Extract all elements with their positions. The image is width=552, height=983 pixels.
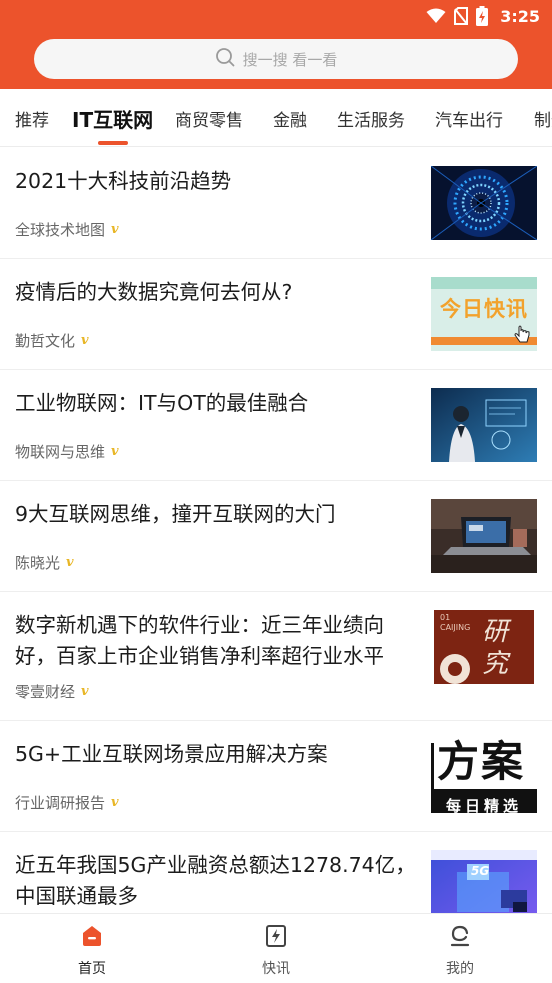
wifi-icon [426,8,446,24]
profile-icon [448,924,472,952]
nav-flash-news[interactable]: 快讯 [184,914,368,983]
tab-recommend[interactable]: 推荐 [15,89,49,146]
thumb-caption: 研究 [482,617,509,679]
tab-active-indicator [97,141,128,145]
source-name: 全球技术地图 [15,221,106,239]
article-source: 陈晓光 v [15,552,74,573]
tab-label: 金融 [273,110,307,131]
tab-label: 制造 [534,110,552,131]
no-sim-icon [454,7,469,25]
article-title: 疫情后的大数据究竟何去何从? [15,280,293,304]
article-thumbnail: 5G [431,850,537,913]
verified-badge: v [111,795,119,810]
article-item[interactable]: 9大互联网思维，撞开互联网的大门 陈晓光 v [0,481,552,592]
article-item[interactable]: 数字新机遇下的软件行业：近三年业绩向好，百家上市企业销售净利率超行业水平 零壹财… [0,592,552,721]
article-title: 工业物联网：IT与OT的最佳融合 [15,391,309,415]
thumb-decoration [448,662,462,676]
nav-home[interactable]: 首页 [0,914,184,983]
article-item[interactable]: 疫情后的大数据究竟何去何从? 勤哲文化 v 今日快讯 [0,259,552,370]
category-tabs: 推荐 IT互联网 商贸零售 金融 生活服务 汽车出行 制造 [0,89,552,147]
article-thumbnail: 01 CAIJING 研究 [434,610,534,684]
article-title: 2021十大科技前沿趋势 [15,169,232,193]
thumb-band [431,277,537,289]
nav-label: 首页 [78,961,106,977]
hand-cursor-icon [513,325,531,349]
search-icon [215,47,235,71]
article-feed: 2021十大科技前沿趋势 全球技术地图 v 疫情后的大数据究竟何去何从? 勤哲文… [0,148,552,913]
verified-badge: v [111,444,119,459]
header: 3:25 搜一搜 看一看 [0,0,552,89]
thumb-caption-sub: 每日精选 [431,789,537,813]
status-time: 3:25 [500,6,540,26]
thumb-caption: 方案 [437,739,526,786]
article-source: 物联网与思维 v [15,441,119,462]
article-title: 数字新机遇下的软件行业：近三年业绩向好，百家上市企业销售净利率超行业水平 [15,613,384,668]
app-screen: 3:25 搜一搜 看一看 推荐 IT互联网 商贸零售 金融 生活服务 汽车出行 … [0,0,552,983]
article-thumbnail [431,499,537,573]
tab-label: 汽车出行 [435,110,503,131]
verified-badge: v [111,222,119,237]
verified-badge: v [66,555,74,570]
article-thumbnail: 今日快讯 [431,277,537,351]
tab-auto-travel[interactable]: 汽车出行 [435,89,503,146]
nav-label: 快讯 [262,961,290,977]
verified-badge: v [81,684,89,699]
nav-label: 我的 [446,961,474,977]
verified-badge: v [81,333,89,348]
search-bar[interactable]: 搜一搜 看一看 [34,39,518,79]
article-item[interactable]: 5G+工业互联网场景应用解决方案 行业调研报告 v 方案 每日精选 [0,721,552,832]
tab-life-services[interactable]: 生活服务 [337,89,405,146]
article-source: 零壹财经 v [15,681,89,702]
bottom-navigation: 首页 快讯 我的 [0,913,552,983]
thumb-caption: 5G [471,864,490,878]
article-thumbnail [431,166,537,240]
tab-commerce-retail[interactable]: 商贸零售 [175,89,243,146]
tab-finance[interactable]: 金融 [273,89,307,146]
article-title: 5G+工业互联网场景应用解决方案 [15,742,328,766]
tab-it-internet[interactable]: IT互联网 [72,89,154,146]
source-name: 勤哲文化 [15,332,76,350]
article-item[interactable]: 近五年我国5G产业融资总额达1278.74亿，中国联通最多 5G [0,832,552,913]
tab-label: 生活服务 [337,110,405,131]
source-name: 物联网与思维 [15,443,106,461]
search-placeholder: 搜一搜 看一看 [242,50,338,69]
nav-profile[interactable]: 我的 [368,914,552,983]
flash-news-icon [264,924,288,952]
thumb-caption-small: 01 CAIJING [440,613,471,632]
home-icon [80,924,104,952]
tab-label: 推荐 [15,110,49,131]
article-item[interactable]: 2021十大科技前沿趋势 全球技术地图 v [0,148,552,259]
article-thumbnail: 方案 每日精选 [431,739,537,813]
source-name: 陈晓光 [15,554,61,572]
article-title: 近五年我国5G产业融资总额达1278.74亿，中国联通最多 [15,853,416,908]
article-item[interactable]: 工业物联网：IT与OT的最佳融合 物联网与思维 v [0,370,552,481]
status-bar: 3:25 [426,4,540,28]
article-thumbnail [431,388,537,462]
tab-label: 商贸零售 [175,110,243,131]
article-source: 行业调研报告 v [15,792,119,813]
battery-charging-icon [476,6,489,26]
source-name: 行业调研报告 [15,794,106,812]
thumb-caption: 今日快讯 [440,297,528,321]
article-title: 9大互联网思维，撞开互联网的大门 [15,502,336,526]
tab-manufacturing[interactable]: 制造 [534,89,552,146]
source-name: 零壹财经 [15,683,76,701]
tab-label: IT互联网 [72,107,154,132]
article-source: 勤哲文化 v [15,330,89,351]
article-source: 全球技术地图 v [15,219,119,240]
